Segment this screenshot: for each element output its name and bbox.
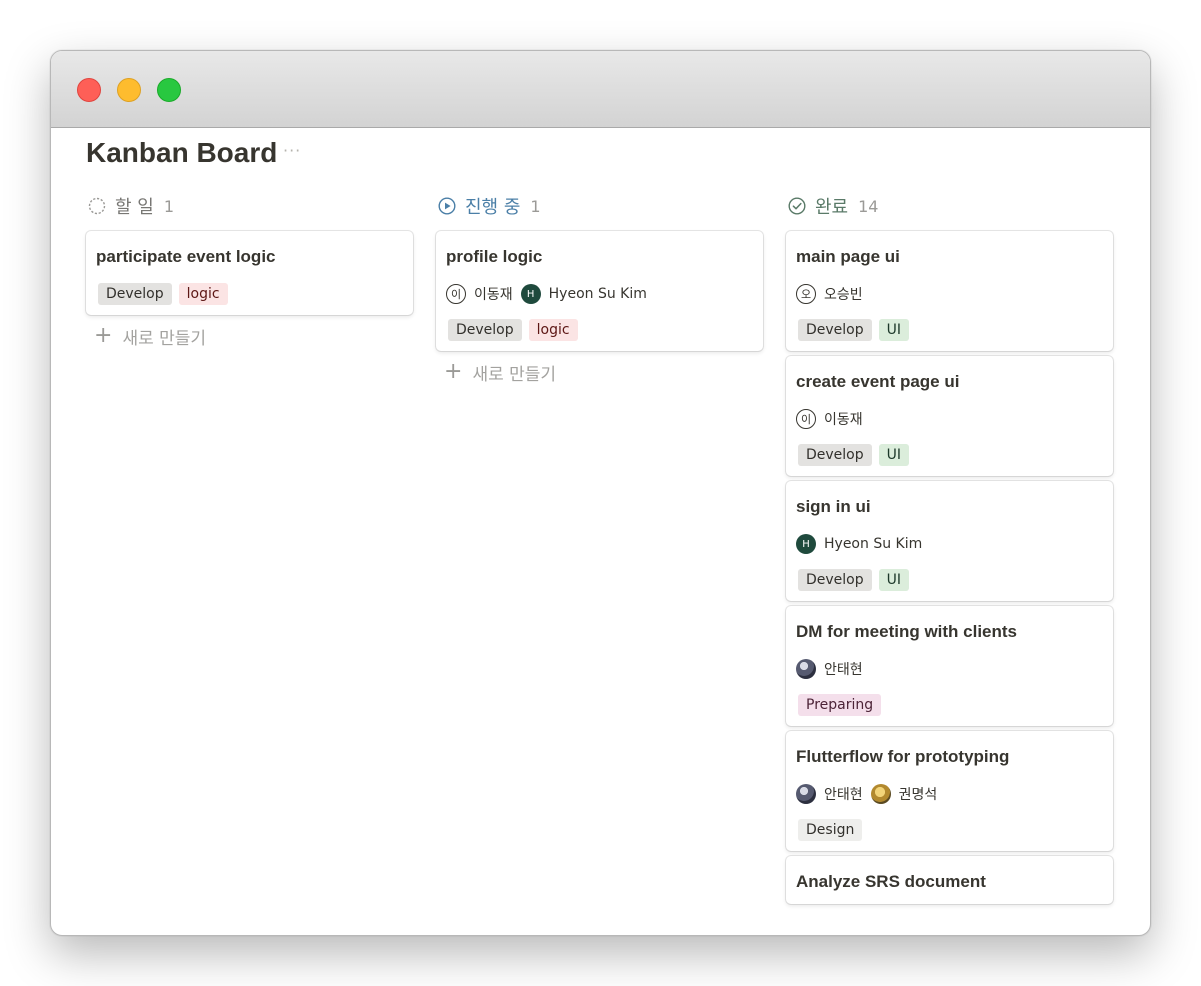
task-card[interactable]: profile logic 이 이동재 H Hyeon Su Kim Devel… [436, 231, 763, 351]
new-card-button[interactable]: + 새로 만들기 [436, 359, 763, 385]
tag-logic: logic [528, 319, 578, 341]
tag-list: Design [796, 819, 1103, 841]
assignee: 이 이동재 [446, 284, 513, 304]
play-circle-icon [438, 197, 456, 215]
column-in-progress: 진행 중 1 profile logic 이 이동재 H Hyeon Su Ki… [436, 193, 763, 385]
more-options-icon[interactable]: ··· [283, 141, 301, 160]
tag-develop: Develop [798, 569, 872, 591]
assignee-list: 오 오승빈 [796, 283, 1103, 305]
avatar: 이 [446, 284, 466, 304]
tag-ui: UI [878, 569, 910, 591]
assignee-name: 안태현 [824, 787, 863, 803]
column-header-todo[interactable]: 할 일 1 [86, 193, 413, 219]
tag-develop: Develop [98, 283, 172, 305]
maximize-window-button[interactable] [157, 78, 181, 102]
task-card[interactable]: participate event logic Develop logic [86, 231, 413, 315]
tag-develop: Develop [448, 319, 522, 341]
avatar-photo [796, 659, 816, 679]
tag-list: Develop UI [796, 444, 1103, 466]
tag-logic: logic [178, 283, 228, 305]
tag-preparing: Preparing [798, 694, 882, 716]
minimize-window-button[interactable] [117, 78, 141, 102]
close-window-button[interactable] [77, 78, 101, 102]
card-title: create event page ui [796, 372, 960, 391]
board-content: Kanban Board ··· 할 일 1 participate event… [51, 129, 1150, 935]
tag-list: Develop logic [96, 283, 403, 305]
card-title: Flutterflow for prototyping [796, 747, 1010, 766]
column-header-in-progress[interactable]: 진행 중 1 [436, 193, 763, 219]
avatar: H [796, 534, 816, 554]
tag-list: Develop logic [446, 319, 753, 341]
task-card[interactable]: DM for meeting with clients 안태현 Preparin… [786, 606, 1113, 726]
tag-list: Develop UI [796, 569, 1103, 591]
column-label: 할 일 [115, 197, 154, 218]
column-done: 완료 14 main page ui 오 오승빈 Develop UI crea… [786, 193, 1113, 909]
tag-list: Develop UI [796, 319, 1103, 341]
plus-icon: + [94, 323, 113, 348]
assignee: 오 오승빈 [796, 284, 863, 304]
assignee-name: 오승빈 [824, 287, 863, 303]
assignee: 이 이동재 [796, 409, 863, 429]
avatar: 오 [796, 284, 816, 304]
assignee: H Hyeon Su Kim [520, 284, 647, 304]
avatar-photo [796, 784, 816, 804]
column-count: 14 [858, 196, 879, 216]
tag-develop: Develop [798, 319, 872, 341]
new-card-label: 새로 만들기 [122, 328, 207, 349]
assignee-name: 권명석 [898, 787, 938, 803]
tag-design: Design [798, 819, 863, 841]
card-title: sign in ui [796, 497, 871, 516]
check-circle-icon [788, 197, 806, 215]
column-label: 완료 [815, 197, 849, 218]
task-card[interactable]: Flutterflow for prototyping 안태현 권명석 Desi… [786, 731, 1113, 851]
new-card-label: 새로 만들기 [472, 364, 557, 385]
window-titlebar [51, 51, 1150, 128]
tag-ui: UI [878, 444, 910, 466]
card-title: Analyze SRS document [796, 872, 986, 891]
circle-dashed-icon [88, 197, 106, 215]
assignee: H Hyeon Su Kim [796, 534, 922, 554]
assignee-name: Hyeon Su Kim [548, 286, 647, 302]
avatar: 이 [796, 409, 816, 429]
new-card-button[interactable]: + 새로 만들기 [86, 323, 413, 349]
column-count: 1 [530, 196, 541, 216]
task-card[interactable]: create event page ui 이 이동재 Develop UI [786, 356, 1113, 476]
app-window: Kanban Board ··· 할 일 1 participate event… [50, 50, 1151, 936]
assignee-list: 이 이동재 H Hyeon Su Kim [446, 283, 753, 305]
assignee: 안태현 [796, 784, 863, 804]
card-title: participate event logic [96, 247, 276, 266]
plus-icon: + [444, 359, 463, 384]
assignee-name: 이동재 [474, 287, 513, 303]
page-title: Kanban Board [86, 137, 278, 168]
assignee: 안태현 [796, 659, 863, 679]
card-title: profile logic [446, 247, 543, 266]
tag-develop: Develop [798, 444, 872, 466]
task-card[interactable]: Analyze SRS document [786, 856, 1113, 904]
tag-ui: UI [878, 319, 910, 341]
column-count: 1 [163, 196, 175, 216]
tag-list: Preparing [796, 694, 1103, 716]
task-card[interactable]: sign in ui H Hyeon Su Kim Develop UI [786, 481, 1113, 601]
card-title: main page ui [796, 247, 900, 266]
card-title: DM for meeting with clients [796, 622, 1018, 641]
avatar-photo [870, 784, 891, 804]
assignee-name: Hyeon Su Kim [824, 536, 923, 552]
assignee-list: 안태현 권명석 [796, 783, 1103, 805]
column-todo: 할 일 1 participate event logic Develop lo… [86, 193, 413, 349]
task-card[interactable]: main page ui 오 오승빈 Develop UI [786, 231, 1113, 351]
assignee-list: 이 이동재 [796, 408, 1103, 430]
assignee-name: 안태현 [824, 662, 863, 678]
column-header-done[interactable]: 완료 14 [786, 193, 1113, 219]
assignee-list: 안태현 [796, 658, 1103, 680]
assignee-list: H Hyeon Su Kim [796, 533, 1103, 555]
assignee: 권명석 [870, 784, 938, 804]
column-label: 진행 중 [465, 197, 521, 218]
assignee-name: 이동재 [824, 412, 863, 428]
avatar: H [520, 284, 541, 304]
